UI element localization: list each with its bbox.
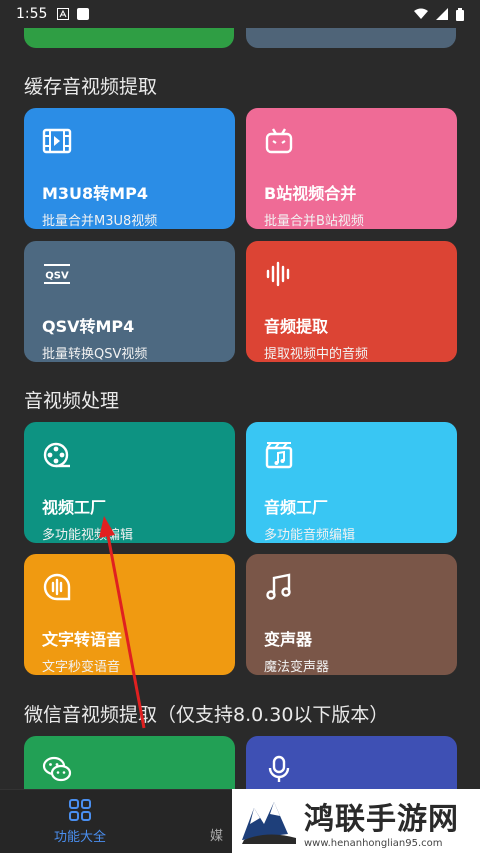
previous-card-green[interactable] [24,28,234,48]
watermark-logo [242,802,296,844]
bilibili-tv-icon [265,128,293,154]
card-title: 文字转语音 [42,630,123,649]
notification-a-icon [57,8,70,20]
status-bar: 1:55 [0,0,480,28]
music-note-icon [266,573,291,600]
card-title: QSV转MP4 [42,317,135,336]
card-title: B站视频合并 [264,184,357,203]
card-subtitle: 文字秒变语音 [42,660,121,675]
voice-circle-icon [43,573,71,601]
card-m3u8-to-mp4[interactable]: M3U8转MP4 批量合并M3U8视频 [24,108,235,229]
card-video-factory[interactable]: 视频工厂 多功能视频编辑 [24,422,235,543]
section-title-wechat-extract: 微信音视频提取（仅支持8.0.30以下版本） [24,704,389,726]
nav-label: 功能大全 [53,830,106,845]
watermark-title: 鸿联手游网 [304,801,459,837]
section-title-av-processing: 音视频处理 [24,390,120,412]
card-title: M3U8转MP4 [42,184,148,203]
card-subtitle: 批量转换QSV视频 [42,347,148,362]
card-text-to-speech[interactable]: 文字转语音 文字秒变语音 [24,554,235,675]
card-title: 视频工厂 [42,498,107,517]
watermark: 鸿联手游网 www.henanhonglian95.com [232,789,480,853]
previous-card-slate[interactable] [246,28,456,48]
film-icon [42,128,72,154]
card-title: 音频提取 [264,317,329,336]
qsv-icon: QSV [44,264,70,284]
card-bilibili-merge[interactable]: B站视频合并 批量合并B站视频 [246,108,457,229]
section-title-cache-extract: 缓存音视频提取 [24,76,158,98]
previous-cards-row [24,28,456,48]
card-subtitle: 批量合并B站视频 [264,214,364,229]
card-audio-factory[interactable]: 音频工厂 多功能音频编辑 [246,422,457,543]
notification-square-icon [77,8,90,20]
nav-label: 媒 [210,829,224,844]
signal-icon [436,8,448,20]
microphone-icon [268,755,290,782]
wifi-icon [414,8,428,19]
card-subtitle: 提取视频中的音频 [264,347,369,362]
card-subtitle: 多功能音频编辑 [264,528,356,543]
status-time: 1:55 [16,6,48,22]
battery-icon [456,7,464,21]
music-clapper-icon [265,442,293,469]
card-subtitle: 多功能视频编辑 [42,528,134,543]
card-title: 音频工厂 [264,498,329,517]
grid-icon [69,799,91,821]
film-reel-icon [43,442,70,468]
card-qsv-to-mp4[interactable]: QSV QSV转MP4 批量转换QSV视频 [24,241,235,362]
card-audio-extract[interactable]: 音频提取 提取视频中的音频 [246,241,457,362]
wechat-icon [42,756,72,782]
card-voice-changer[interactable]: 变声器 魔法变声器 [246,554,457,675]
svg-text:QSV: QSV [45,271,69,282]
waveform-icon [266,261,290,287]
watermark-url: www.henanhonglian95.com [304,837,443,849]
card-subtitle: 魔法变声器 [264,660,330,675]
card-subtitle: 批量合并M3U8视频 [42,214,158,229]
card-title: 变声器 [264,630,313,649]
nav-tab-all-functions[interactable]: 功能大全 [0,790,160,853]
